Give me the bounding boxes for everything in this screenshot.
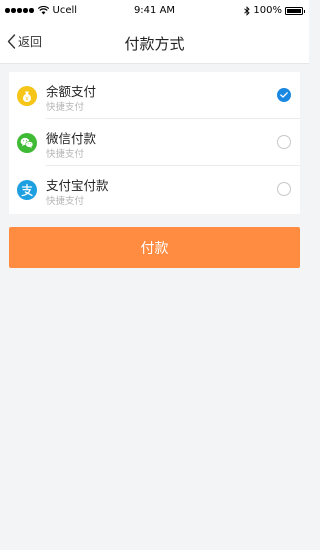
alipay-icon xyxy=(17,180,37,200)
payment-method-balance[interactable]: ¥ 余额支付 快捷支付 xyxy=(9,72,300,119)
payment-methods-list: ¥ 余额支付 快捷支付 微信付款 快捷支付 支付宝付款 快捷支付 xyxy=(9,72,300,214)
status-right: 100% xyxy=(244,5,305,16)
payment-method-wechat[interactable]: 微信付款 快捷支付 xyxy=(9,119,300,166)
status-bar: Ucell 9:41 AM 100% xyxy=(0,0,309,22)
method-name: 余额支付 xyxy=(46,84,97,99)
radio-checked-icon[interactable] xyxy=(277,88,291,102)
battery-icon xyxy=(285,6,305,15)
method-name: 支付宝付款 xyxy=(46,178,109,193)
radio-unchecked-icon[interactable] xyxy=(277,182,291,196)
payment-method-alipay[interactable]: 支付宝付款 快捷支付 xyxy=(9,166,300,213)
method-subtitle: 快捷支付 xyxy=(46,102,85,113)
radio-unchecked-icon[interactable] xyxy=(277,135,291,149)
page-title: 付款方式 xyxy=(124,35,185,53)
method-name: 微信付款 xyxy=(46,131,97,146)
method-subtitle: 快捷支付 xyxy=(46,149,85,160)
money-bag-icon: ¥ xyxy=(17,86,37,106)
nav-bar: 返回 付款方式 xyxy=(0,22,309,64)
bluetooth-icon xyxy=(244,5,251,16)
wechat-icon xyxy=(17,133,37,153)
svg-text:¥: ¥ xyxy=(25,96,29,102)
method-subtitle: 快捷支付 xyxy=(46,196,85,207)
pay-button[interactable]: 付款 xyxy=(9,227,300,268)
battery-percent: 100% xyxy=(253,5,282,16)
